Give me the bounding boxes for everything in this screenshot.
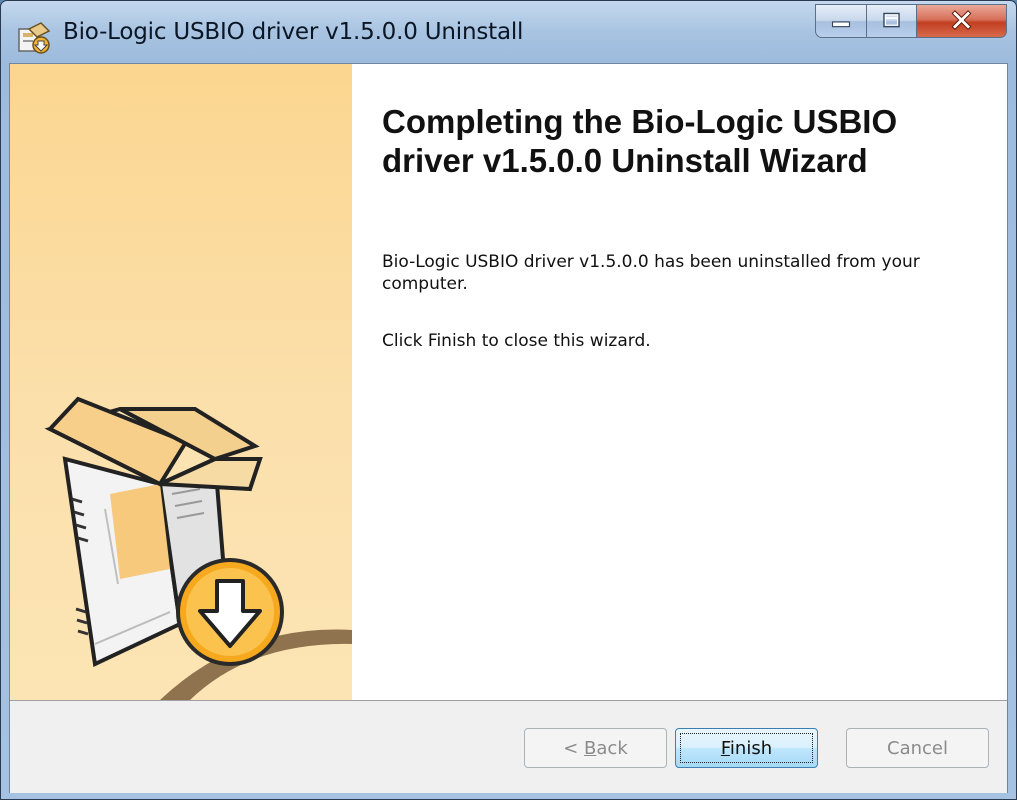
- close-icon: [951, 10, 972, 30]
- finish-instruction: Click Finish to close this wizard.: [382, 331, 651, 351]
- wizard-heading: Completing the Bio-Logic USBIO driver v1…: [382, 103, 898, 179]
- finish-button-label: Finish: [721, 738, 772, 759]
- close-button[interactable]: [917, 4, 1007, 38]
- cancel-button-label: Cancel: [887, 737, 948, 759]
- cancel-button[interactable]: Cancel: [846, 728, 989, 768]
- back-button[interactable]: < Back: [524, 728, 667, 768]
- window-title: Bio-Logic USBIO driver v1.5.0.0 Uninstal…: [63, 19, 524, 45]
- uninstall-wizard-window: Bio-Logic USBIO driver v1.5.0.0 Uninstal…: [0, 0, 1017, 800]
- finish-button[interactable]: Finish: [675, 728, 818, 768]
- download-arrow-icon: [176, 558, 284, 666]
- maximize-button[interactable]: [867, 4, 917, 38]
- back-label-rest: ack: [596, 737, 628, 759]
- installer-app-icon[interactable]: [15, 19, 53, 55]
- back-button-label: < Back: [563, 738, 628, 759]
- title-bar[interactable]: Bio-Logic USBIO driver v1.5.0.0 Uninstal…: [1, 1, 1016, 63]
- finish-label-rest: inish: [729, 737, 773, 759]
- back-label-prefix: <: [563, 737, 585, 759]
- wizard-side-panel: [10, 64, 352, 700]
- wizard-content: Completing the Bio-Logic USBIO driver v1…: [352, 64, 1007, 700]
- software-box-illustration: [44, 396, 352, 700]
- minimize-button[interactable]: [815, 4, 867, 38]
- minimize-icon: [831, 21, 851, 28]
- caption-buttons: [815, 4, 1007, 40]
- finish-label-mnemonic: F: [720, 737, 730, 759]
- maximize-icon: [883, 12, 900, 28]
- uninstall-message: Bio-Logic USBIO driver v1.5.0.0 has been…: [382, 252, 920, 294]
- back-label-mnemonic: B: [584, 737, 597, 759]
- wizard-button-bar: < Back Finish Cancel: [10, 700, 1007, 793]
- wizard-client-area: Completing the Bio-Logic USBIO driver v1…: [9, 63, 1008, 793]
